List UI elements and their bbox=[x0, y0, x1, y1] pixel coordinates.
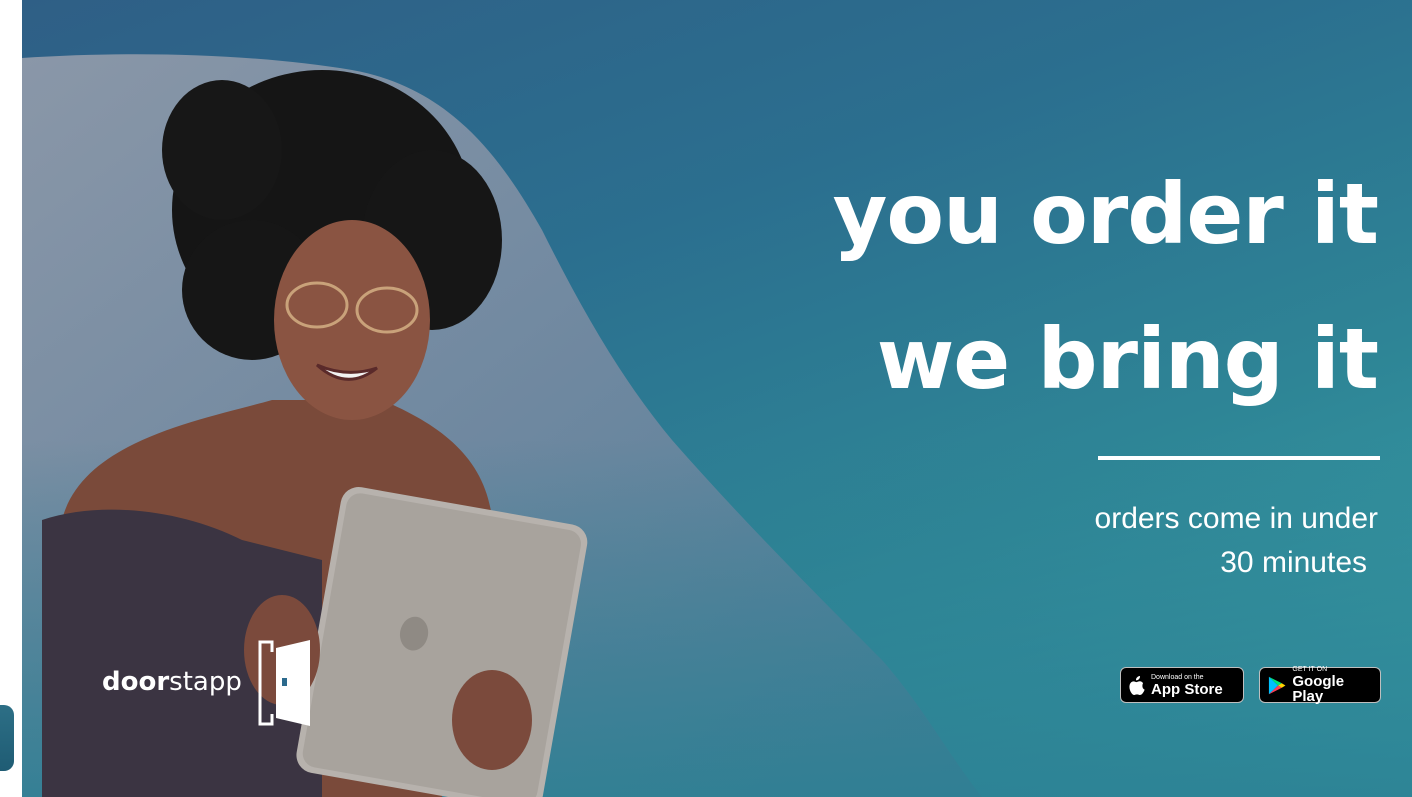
logo-bold-text: door bbox=[102, 667, 170, 697]
promo-banner: you order it we bring it orders come in … bbox=[22, 0, 1412, 797]
tagline-line-2: 30 minutes bbox=[1220, 546, 1367, 579]
logo-regular-text: stapp bbox=[169, 667, 242, 697]
divider-line bbox=[1098, 456, 1380, 460]
side-decoration bbox=[0, 705, 14, 771]
google-play-big-label: Google Play bbox=[1292, 673, 1345, 705]
door-icon bbox=[258, 640, 310, 726]
logo-wordmark: doorstapp bbox=[102, 667, 242, 697]
google-play-small-label: GET IT ON bbox=[1292, 666, 1328, 673]
app-store-big-label: App Store bbox=[1151, 680, 1223, 698]
headline-line-2: we bring it bbox=[876, 310, 1379, 408]
app-store-small-label: Download on the bbox=[1151, 673, 1204, 681]
google-play-icon bbox=[1268, 676, 1286, 694]
app-store-button[interactable]: Download on the App Store bbox=[1120, 667, 1244, 703]
doorstapp-logo: doorstapp bbox=[102, 638, 342, 728]
apple-icon bbox=[1129, 675, 1145, 695]
headline-line-1: you order it bbox=[832, 165, 1379, 263]
tagline-line-1: orders come in under bbox=[1094, 502, 1378, 535]
google-play-button[interactable]: GET IT ON Google Play bbox=[1259, 666, 1381, 705]
